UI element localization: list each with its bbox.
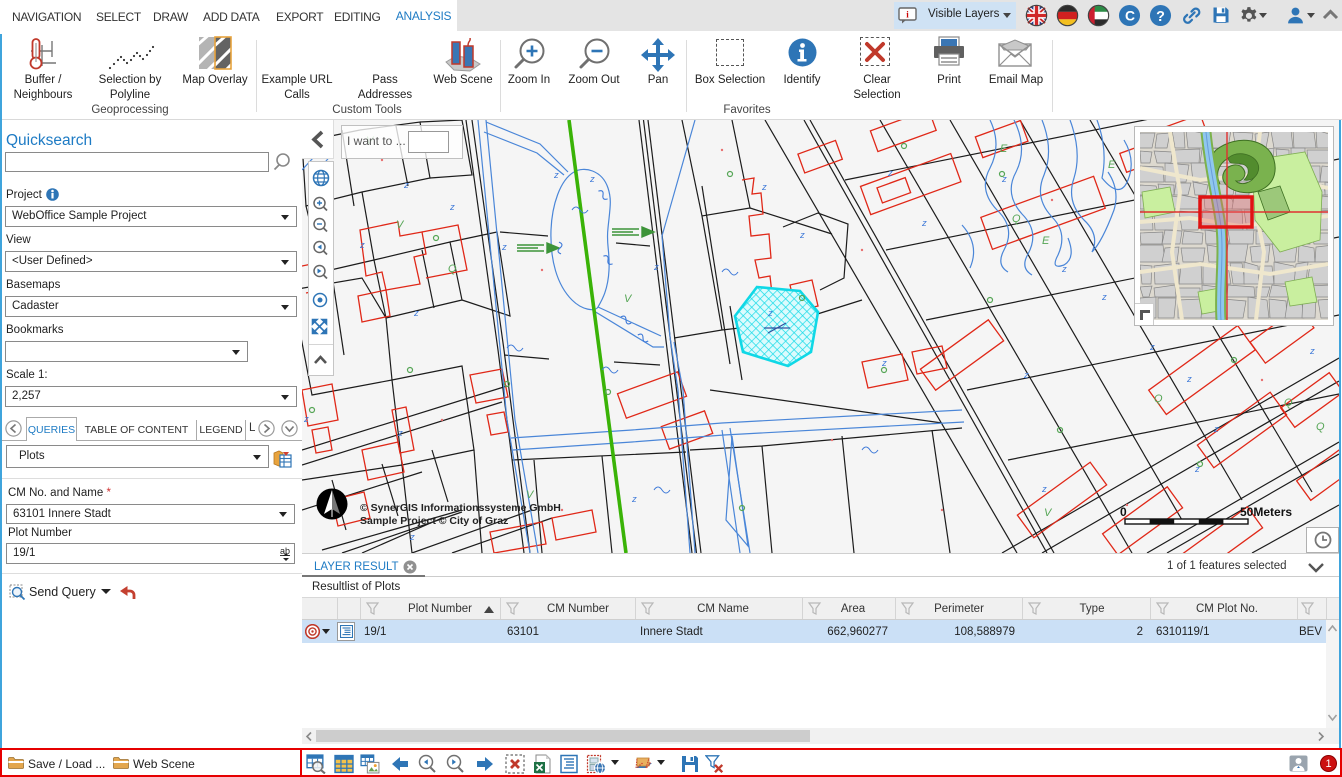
svg-text:Q: Q: [1316, 421, 1325, 433]
svg-text:V: V: [1044, 507, 1053, 519]
svg-text:z: z: [501, 242, 507, 253]
svg-text:E: E: [1000, 143, 1008, 155]
svg-text:z: z: [887, 168, 893, 179]
svg-text:z: z: [631, 494, 637, 505]
svg-text:z: z: [589, 174, 595, 185]
svg-text:z: z: [409, 532, 415, 543]
svg-text:z: z: [767, 308, 773, 319]
svg-text:V: V: [526, 489, 535, 501]
svg-text:Q: Q: [448, 263, 457, 275]
svg-text:Sample Project © City of Graz: Sample Project © City of Graz: [360, 515, 508, 527]
svg-text:z: z: [1186, 374, 1192, 385]
svg-text:z: z: [413, 308, 419, 319]
svg-text:z: z: [653, 262, 659, 273]
svg-text:z: z: [1041, 484, 1047, 495]
svg-text:V: V: [624, 293, 633, 305]
svg-text:C: C: [1125, 7, 1135, 23]
svg-text:z: z: [1194, 464, 1200, 475]
svg-text:z: z: [1101, 292, 1107, 303]
svg-text:z: z: [359, 240, 365, 251]
svg-text:z: z: [761, 182, 767, 193]
svg-text:z: z: [303, 414, 309, 425]
svg-text:z: z: [553, 170, 559, 181]
svg-text:z: z: [397, 428, 403, 439]
svg-text:0: 0: [1120, 505, 1127, 519]
svg-text:z: z: [449, 202, 455, 213]
svg-text:z: z: [799, 230, 805, 241]
svg-text:z: z: [1149, 342, 1155, 353]
svg-text:?: ?: [1156, 9, 1165, 25]
svg-text:z: z: [1061, 264, 1067, 275]
svg-text:E: E: [1108, 159, 1116, 171]
svg-text:z: z: [1213, 424, 1219, 435]
svg-text:z: z: [1023, 370, 1029, 381]
svg-text:Q: Q: [1154, 393, 1163, 405]
svg-text:z: z: [921, 218, 927, 229]
svg-text:V: V: [396, 219, 405, 231]
svg-text:© SynerGIS Informationssysteme: © SynerGIS Informationssysteme GmbH: [360, 502, 561, 514]
svg-text:z: z: [403, 180, 409, 191]
svg-text:Q: Q: [1284, 397, 1293, 409]
svg-text:z: z: [1309, 346, 1315, 357]
svg-text:Q: Q: [1012, 213, 1021, 225]
svg-text:E: E: [1042, 235, 1050, 247]
svg-text:50Meters: 50Meters: [1240, 505, 1292, 519]
